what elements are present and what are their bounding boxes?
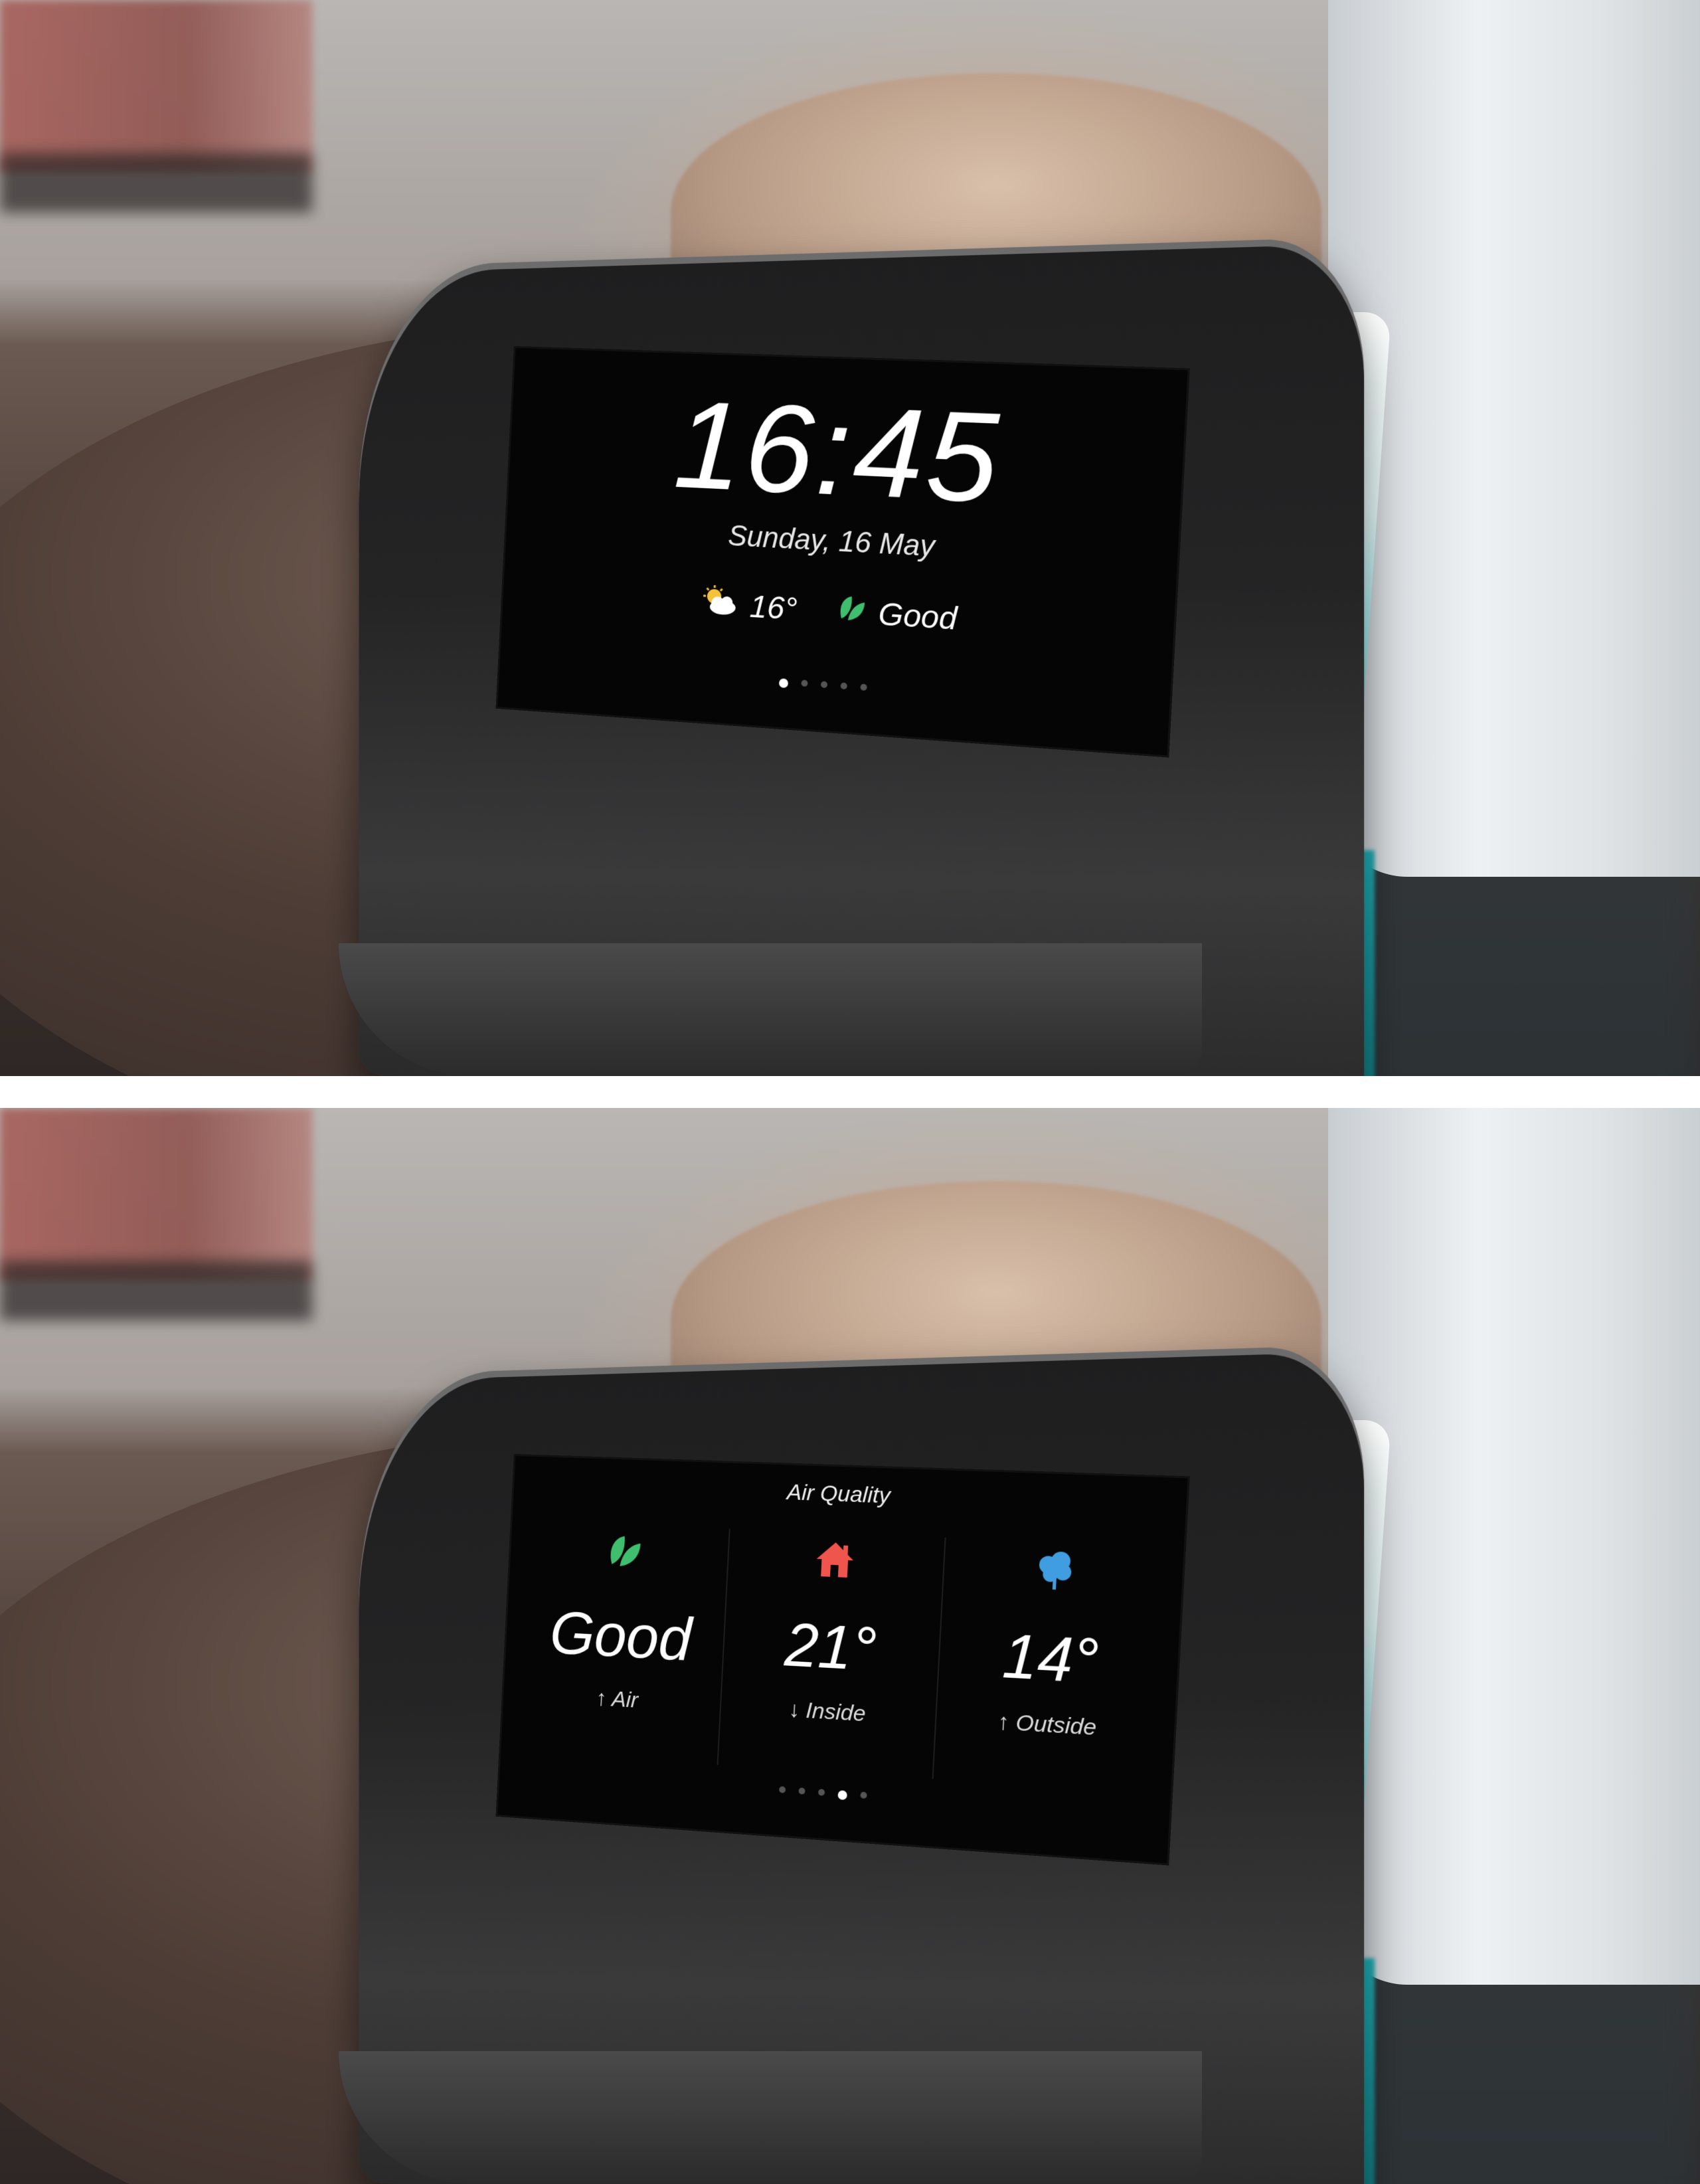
air-stat: Good xyxy=(835,592,958,639)
page-dot-3[interactable] xyxy=(820,681,828,689)
page-dot-3[interactable] xyxy=(817,1789,825,1796)
photo-panel-air-quality: Air Quality Good ↑ Air 21° ↓ Inside 14° … xyxy=(0,1108,1700,2184)
device-base xyxy=(339,2051,1202,2184)
page-dot-5[interactable] xyxy=(860,1791,867,1799)
page-dot-4[interactable] xyxy=(837,1790,847,1801)
leaf-icon xyxy=(835,592,868,634)
background-shelf-slot xyxy=(0,153,312,213)
air-status: Good xyxy=(877,596,958,637)
air-label: ↑ Air xyxy=(595,1685,639,1713)
outside-column: 14° ↑ Outside xyxy=(933,1538,1169,1794)
background-wall xyxy=(0,1108,312,1281)
page-dot-2[interactable] xyxy=(801,680,808,687)
white-vase xyxy=(1328,1108,1700,1985)
inside-label: ↓ Inside xyxy=(788,1696,867,1727)
page-dot-1[interactable] xyxy=(778,1786,786,1793)
photo-panel-clock: 16:45 Sunday, 16 May 16° Good xyxy=(0,0,1700,1076)
white-vase xyxy=(1328,0,1700,877)
panel-divider xyxy=(0,1076,1700,1108)
page-indicator[interactable] xyxy=(499,660,1169,714)
status-row: 16° Good xyxy=(503,573,1175,652)
page-dot-2[interactable] xyxy=(798,1787,806,1795)
weather-stat: 16° xyxy=(699,584,798,629)
air-value: Good xyxy=(548,1599,693,1674)
outside-temperature: 14° xyxy=(1001,1621,1100,1696)
screen-title: Air Quality xyxy=(786,1479,891,1509)
air-quality-columns: Good ↑ Air 21° ↓ Inside 14° ↑ Outside xyxy=(513,1520,1170,1793)
page-dot-4[interactable] xyxy=(840,682,847,690)
background-wall xyxy=(0,0,312,173)
device-screen-clock[interactable]: 16:45 Sunday, 16 May 16° Good xyxy=(497,347,1188,756)
background-shelf-slot xyxy=(0,1261,312,1320)
device-screen-air-quality[interactable]: Air Quality Good ↑ Air 21° ↓ Inside 14° … xyxy=(497,1455,1188,1864)
leaf-icon xyxy=(523,1527,729,1576)
weather-temperature: 16° xyxy=(748,589,798,627)
partly-sunny-icon xyxy=(699,584,739,626)
air-column: Good ↑ Air xyxy=(513,1520,731,1766)
outside-label: ↑ Outside xyxy=(997,1708,1098,1741)
house-icon xyxy=(728,1536,944,1585)
inside-temperature: 21° xyxy=(783,1611,879,1684)
page-dot-5[interactable] xyxy=(860,683,867,691)
tree-icon xyxy=(943,1544,1169,1597)
page-dot-1[interactable] xyxy=(778,678,789,688)
inside-column: 21° ↓ Inside xyxy=(718,1528,946,1779)
device-base xyxy=(339,943,1202,1076)
